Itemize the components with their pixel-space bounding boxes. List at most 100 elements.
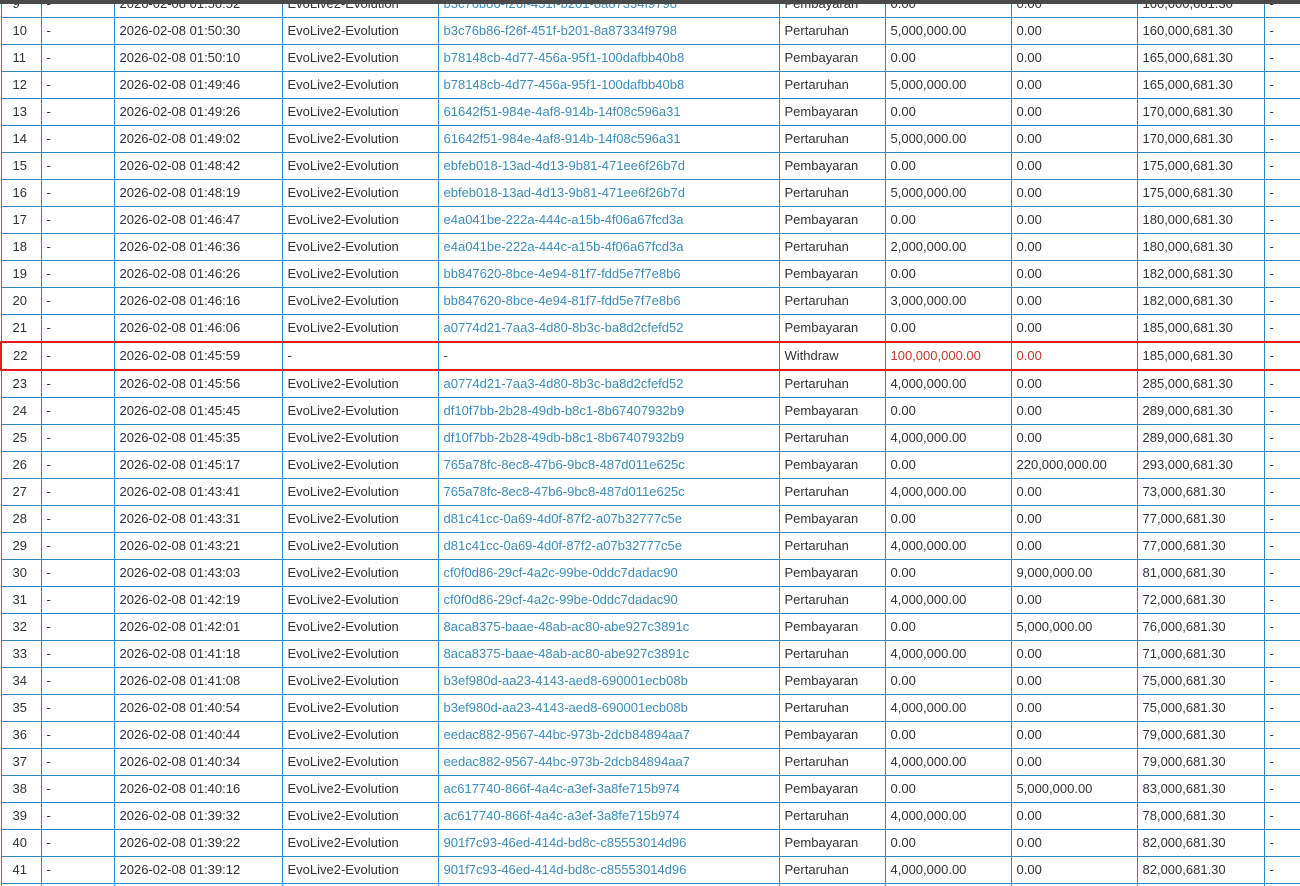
debit-amount-cell: 4,000,000.00	[884, 532, 1012, 560]
transaction-ref-link[interactable]: b78148cb-4d77-456a-95f1-100dafbb40b8	[437, 71, 780, 99]
trailing-dash-cell: -	[1263, 721, 1300, 749]
transaction-ref-link[interactable]: 8aca8375-baae-48ab-ac80-abe927c3891c	[437, 613, 780, 641]
transaction-type-cell: Pertaruhan	[778, 640, 886, 668]
table-row: 31-2026-02-08 01:42:19 EvoLive2-Evolution…	[0, 586, 1300, 614]
datetime-cell: 2026-02-08 01:40:34	[113, 748, 283, 776]
transaction-ref-link[interactable]: 61642f51-984e-4af8-914b-14f08c596a31	[437, 98, 780, 126]
dash-cell: -	[40, 369, 115, 398]
credit-amount-cell: 0.00	[1010, 478, 1138, 506]
transaction-ref-link[interactable]: ac617740-866f-4a4c-a3ef-3a8fe715b974	[437, 775, 780, 803]
balance-cell: 285,000,681.30	[1136, 369, 1265, 398]
transaction-ref-link[interactable]: bb847620-8bce-4e94-81f7-fdd5e7f7e8b6	[437, 287, 780, 315]
table-row: 25-2026-02-08 01:45:35 EvoLive2-Evolution…	[0, 424, 1300, 452]
transaction-ref-link[interactable]: cf0f0d86-29cf-4a2c-99be-0ddc7dadac90	[437, 586, 780, 614]
table-row: 28-2026-02-08 01:43:31 EvoLive2-Evolution…	[0, 505, 1300, 533]
dash-cell: -	[40, 802, 115, 830]
debit-amount-cell: 0.00	[884, 559, 1012, 587]
debit-amount-cell: 3,000,000.00	[884, 287, 1012, 315]
datetime-cell: 2026-02-08 01:39:22	[113, 829, 283, 857]
dash-cell: -	[40, 505, 115, 533]
transaction-ref-link[interactable]: 901f7c93-46ed-414d-bd8c-c85553014d96	[437, 829, 780, 857]
transaction-type-cell: Pertaruhan	[778, 802, 886, 830]
debit-amount-cell: 0.00	[884, 667, 1012, 695]
datetime-cell: 2026-02-08 01:46:36	[113, 233, 283, 261]
trailing-dash-cell: -	[1263, 260, 1300, 288]
trailing-dash-cell: -	[1263, 451, 1300, 479]
row-number: 20	[0, 287, 42, 315]
credit-amount-cell: 0.00	[1010, 44, 1138, 72]
provider-cell: EvoLive2-Evolution	[281, 125, 439, 153]
transaction-ref-link[interactable]: 61642f51-984e-4af8-914b-14f08c596a31	[437, 125, 780, 153]
trailing-dash-cell: -	[1263, 829, 1300, 857]
provider-cell: EvoLive2-Evolution	[281, 559, 439, 587]
trailing-dash-cell: -	[1263, 856, 1300, 884]
credit-amount-cell: 0.00	[1010, 829, 1138, 857]
transaction-ref-link[interactable]: ac617740-866f-4a4c-a3ef-3a8fe715b974	[437, 802, 780, 830]
transaction-type-cell: Pembayaran	[778, 505, 886, 533]
transaction-type-cell: Pembayaran	[778, 152, 886, 180]
balance-cell: 76,000,681.30	[1136, 613, 1265, 641]
transaction-ref-link[interactable]: e4a041be-222a-444c-a15b-4f06a67fcd3a	[437, 233, 780, 261]
credit-amount-cell: 0.00	[1010, 694, 1138, 722]
transaction-ref-link[interactable]: eedac882-9567-44bc-973b-2dcb84894aa7	[437, 721, 780, 749]
transaction-ref-link[interactable]: b3ef980d-aa23-4143-aed8-690001ecb08b	[437, 667, 780, 695]
row-number: 15	[0, 152, 42, 180]
debit-amount-cell: 0.00	[884, 775, 1012, 803]
provider-cell: EvoLive2-Evolution	[281, 640, 439, 668]
transaction-ref-link[interactable]: eedac882-9567-44bc-973b-2dcb84894aa7	[437, 748, 780, 776]
transaction-type-cell: Pertaruhan	[778, 179, 886, 207]
transaction-ref-link[interactable]: b3c76b86-f26f-451f-b201-8a87334f9798	[437, 17, 780, 45]
row-number: 28	[0, 505, 42, 533]
transaction-ref-link[interactable]: e4a041be-222a-444c-a15b-4f06a67fcd3a	[437, 206, 780, 234]
credit-amount-cell: 0.00	[1010, 98, 1138, 126]
transaction-ref-link[interactable]: 901f7c93-46ed-414d-bd8c-c85553014d96	[437, 856, 780, 884]
transaction-ref-link[interactable]: a0774d21-7aa3-4d80-8b3c-ba8d2cfefd52	[437, 314, 780, 343]
row-number: 23	[0, 369, 42, 398]
transaction-ref-link[interactable]: d81c41cc-0a69-4d0f-87f2-a07b32777c5e	[437, 505, 780, 533]
table-row: 27-2026-02-08 01:43:41 EvoLive2-Evolution…	[0, 478, 1300, 506]
dash-cell: -	[40, 179, 115, 207]
provider-cell: EvoLive2-Evolution	[281, 667, 439, 695]
transaction-ref-link[interactable]: a0774d21-7aa3-4d80-8b3c-ba8d2cfefd52	[437, 369, 780, 398]
row-number: 11	[0, 44, 42, 72]
row-number: 17	[0, 206, 42, 234]
dash-cell: -	[40, 152, 115, 180]
transaction-ref-link[interactable]: b3ef980d-aa23-4143-aed8-690001ecb08b	[437, 694, 780, 722]
provider-cell: EvoLive2-Evolution	[281, 775, 439, 803]
credit-amount-cell: 0.00	[1010, 314, 1138, 343]
transaction-ref-link[interactable]: ebfeb018-13ad-4d13-9b81-471ee6f26b7d	[437, 152, 780, 180]
transaction-ref-link[interactable]: b78148cb-4d77-456a-95f1-100dafbb40b8	[437, 44, 780, 72]
provider-cell: EvoLive2-Evolution	[281, 856, 439, 884]
datetime-cell: 2026-02-08 01:39:32	[113, 802, 283, 830]
debit-amount-cell: 0.00	[884, 260, 1012, 288]
balance-cell: 180,000,681.30	[1136, 233, 1265, 261]
table-row: 33-2026-02-08 01:41:18 EvoLive2-Evolution…	[0, 640, 1300, 668]
provider-cell: EvoLive2-Evolution	[281, 287, 439, 315]
credit-amount-cell: 0.00	[1010, 748, 1138, 776]
balance-cell: 182,000,681.30	[1136, 260, 1265, 288]
credit-amount-cell: 0.00	[1010, 287, 1138, 315]
transaction-ref-link[interactable]: 8aca8375-baae-48ab-ac80-abe927c3891c	[437, 640, 780, 668]
transaction-ref-link[interactable]: df10f7bb-2b28-49db-b8c1-8b67407932b9	[437, 424, 780, 452]
provider-cell: EvoLive2-Evolution	[281, 206, 439, 234]
table-row: 14-2026-02-08 01:49:02 EvoLive2-Evolution…	[0, 125, 1300, 153]
balance-cell: 77,000,681.30	[1136, 532, 1265, 560]
transaction-type-cell: Pertaruhan	[778, 856, 886, 884]
transaction-ref-link[interactable]: 765a78fc-8ec8-47b6-9bc8-487d011e625c	[437, 451, 780, 479]
credit-amount-cell: 0.00	[1010, 17, 1138, 45]
trailing-dash-cell: -	[1263, 586, 1300, 614]
table-row: 15-2026-02-08 01:48:42 EvoLive2-Evolution…	[0, 152, 1300, 180]
balance-cell: 170,000,681.30	[1136, 125, 1265, 153]
trailing-dash-cell: -	[1263, 206, 1300, 234]
transaction-ref-link[interactable]: 765a78fc-8ec8-47b6-9bc8-487d011e625c	[437, 478, 780, 506]
transaction-ref-link[interactable]: d81c41cc-0a69-4d0f-87f2-a07b32777c5e	[437, 532, 780, 560]
provider-cell: EvoLive2-Evolution	[281, 44, 439, 72]
transaction-ref-link[interactable]: cf0f0d86-29cf-4a2c-99be-0ddc7dadac90	[437, 559, 780, 587]
trailing-dash-cell: -	[1263, 748, 1300, 776]
transaction-ref-link[interactable]: ebfeb018-13ad-4d13-9b81-471ee6f26b7d	[437, 179, 780, 207]
credit-amount-cell: 0.00	[1010, 667, 1138, 695]
transaction-ref-link[interactable]: bb847620-8bce-4e94-81f7-fdd5e7f7e8b6	[437, 260, 780, 288]
transaction-type-cell: Pertaruhan	[778, 532, 886, 560]
trailing-dash-cell: -	[1263, 397, 1300, 425]
transaction-ref-link[interactable]: df10f7bb-2b28-49db-b8c1-8b67407932b9	[437, 397, 780, 425]
